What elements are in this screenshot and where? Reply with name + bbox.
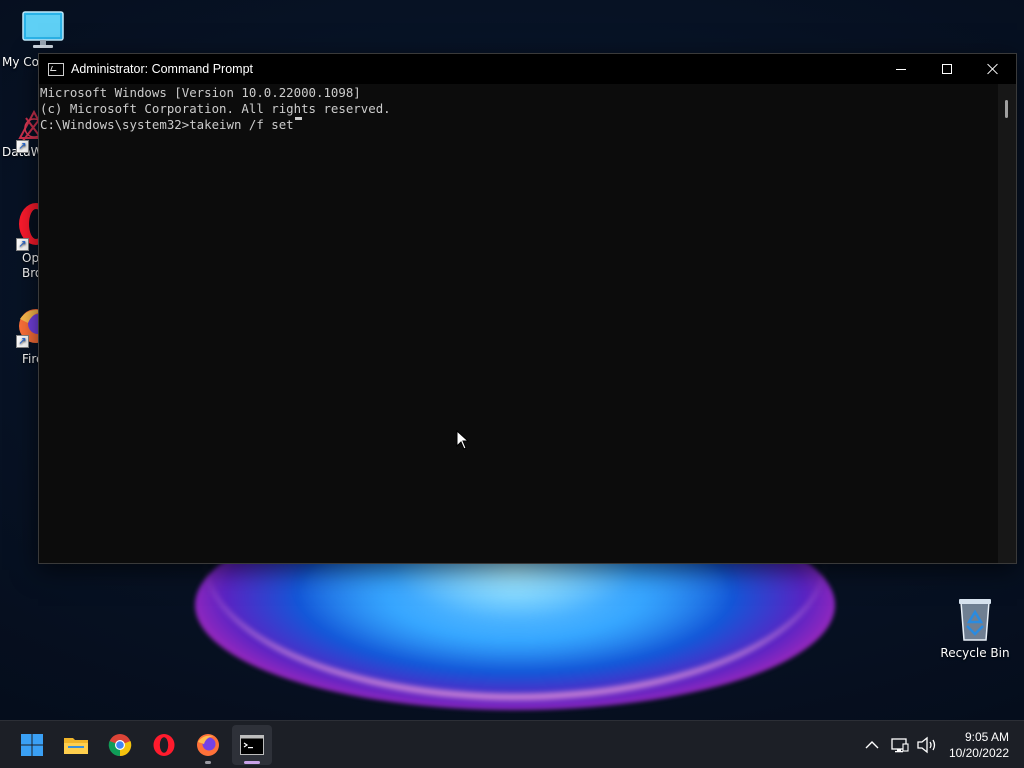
chrome-icon [108,734,132,757]
clock-date: 10/20/2022 [948,746,1009,760]
taskbar-clock[interactable]: 9:05 AM 10/20/2022 [949,729,1009,761]
taskbar: 9:05 AM 10/20/2022 [0,720,1024,768]
text-cursor [294,117,302,120]
monitor-icon [22,11,64,48]
active-indicator [244,761,260,764]
recycle-bin-icon [959,599,991,641]
network-icon[interactable] [890,735,910,755]
command-prompt-window[interactable]: Administrator: Command Prompt Microsoft … [38,53,1017,564]
desktop-icon-opera[interactable]: ↗ Op Brow [2,200,53,281]
console-input-line[interactable]: C:\Windows\system32>takeiwn /f set [40,117,998,133]
console-line: (c) Microsoft Corporation. All rights re… [40,101,391,116]
shortcut-arrow-icon: ↗ [16,335,29,348]
window-titlebar[interactable]: Administrator: Command Prompt [39,54,1016,84]
opera-icon [153,734,175,756]
desktop-icon-datawrapper[interactable]: ↗ DataW [2,108,50,159]
desktop-icon-label: Recycle Bin [940,646,1010,660]
minimize-icon [896,68,906,70]
shortcut-arrow-icon: ↗ [16,140,29,153]
chevron-up-icon[interactable] [862,735,882,755]
desktop-icon-recycle-bin[interactable]: Recycle Bin [939,596,1011,660]
maximize-icon [942,64,952,74]
taskbar-command-prompt[interactable] [232,725,272,765]
console-line: C:\Windows\system32>takeiwn /f set [40,117,294,132]
console-scrollbar[interactable] [998,84,1016,563]
running-indicator [205,761,211,764]
maximize-button[interactable] [924,54,970,84]
window-title: Administrator: Command Prompt [71,62,254,76]
terminal-icon [240,735,264,755]
shortcut-arrow-icon: ↗ [16,238,29,251]
firefox-icon [197,734,219,756]
folder-icon [64,738,88,754]
system-tray [862,721,938,768]
close-button[interactable] [970,54,1016,84]
mouse-pointer-icon [456,430,470,450]
minimize-button[interactable] [878,54,924,84]
console-output[interactable]: Microsoft Windows [Version 10.0.22000.10… [39,84,998,563]
scrollbar-thumb[interactable] [1005,100,1008,118]
close-icon [987,63,999,75]
cmd-app-icon [48,62,64,76]
taskbar-opera[interactable] [144,725,184,765]
windows-start-icon [21,734,43,756]
taskbar-chrome[interactable] [100,725,140,765]
console-line: Microsoft Windows [Version 10.0.22000.10… [40,85,361,100]
clock-time: 9:05 AM [964,730,1009,744]
taskbar-start-button[interactable] [12,725,52,765]
taskbar-file-explorer[interactable] [56,725,96,765]
taskbar-firefox[interactable] [188,725,228,765]
volume-icon[interactable] [916,735,938,755]
desktop-icon-firefox[interactable]: ↗ Fire [2,305,53,366]
